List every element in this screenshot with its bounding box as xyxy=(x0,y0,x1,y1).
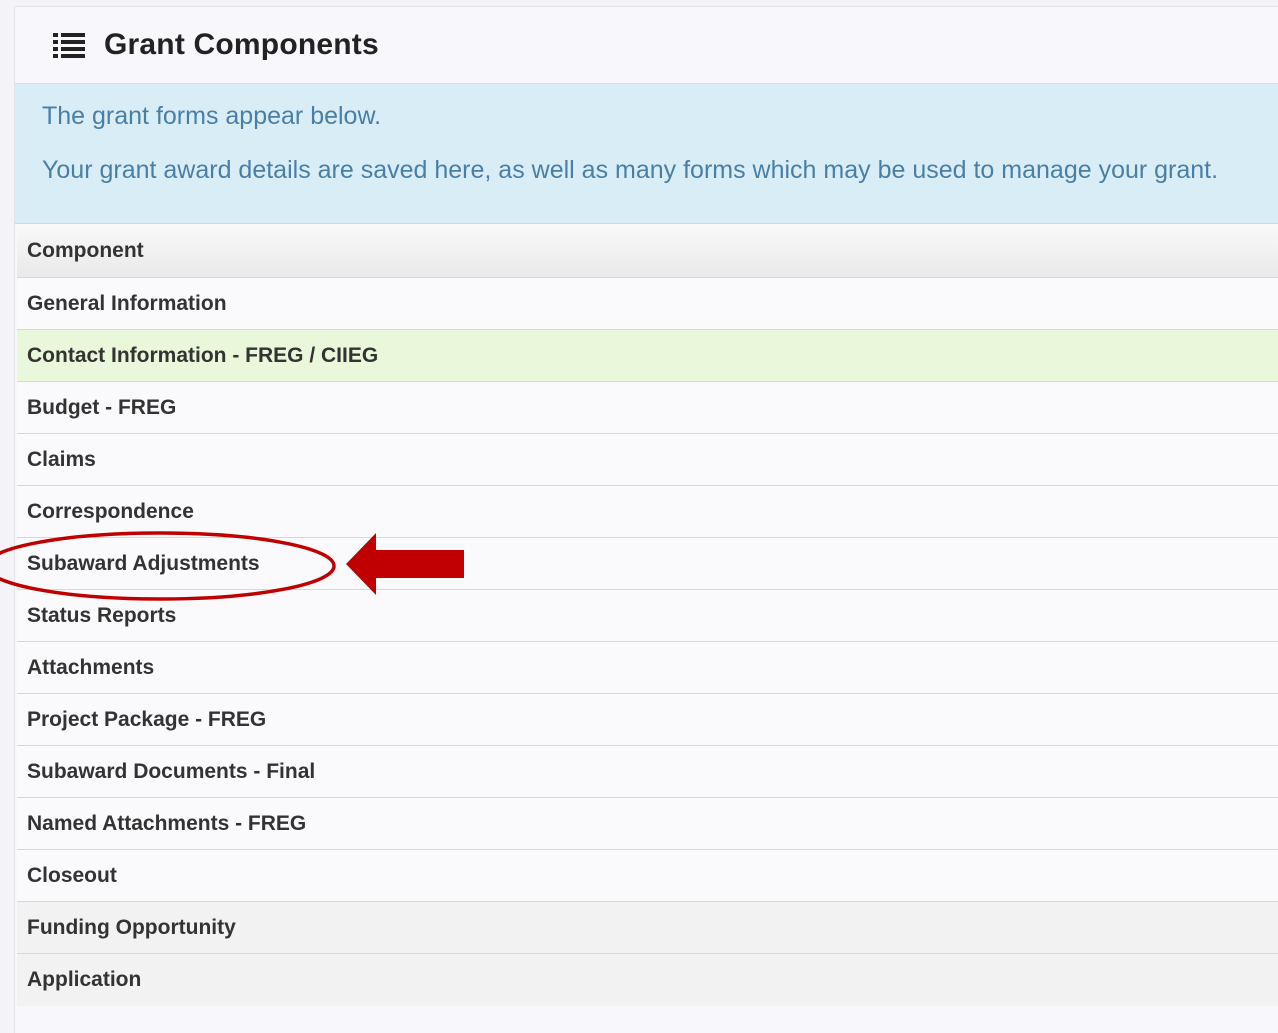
table-row-subaward-adjustments[interactable]: Subaward Adjustments xyxy=(17,538,1278,590)
info-line-2: Your grant award details are saved here,… xyxy=(42,156,1219,184)
table-row-named-attachments[interactable]: Named Attachments - FREG xyxy=(17,798,1278,850)
table-row-application[interactable]: Application xyxy=(17,954,1278,1006)
panel-header: Grant Components xyxy=(15,7,1278,84)
grant-components-panel: Grant Components The grant forms appear … xyxy=(14,6,1278,1033)
list-icon xyxy=(53,32,85,58)
table-row-attachments[interactable]: Attachments xyxy=(17,642,1278,694)
components-table: Component General Information Contact In… xyxy=(17,225,1278,1006)
table-row-correspondence[interactable]: Correspondence xyxy=(17,486,1278,538)
table-row-project-package[interactable]: Project Package - FREG xyxy=(17,694,1278,746)
table-header-component: Component xyxy=(17,225,1278,278)
panel-title: Grant Components xyxy=(104,28,379,61)
table-row-funding-opportunity[interactable]: Funding Opportunity xyxy=(17,902,1278,954)
table-row-subaward-documents[interactable]: Subaward Documents - Final xyxy=(17,746,1278,798)
info-line-1: The grant forms appear below. xyxy=(42,102,382,130)
table-row-contact-information[interactable]: Contact Information - FREG / CIIEG xyxy=(17,330,1278,382)
table-row-status-reports[interactable]: Status Reports xyxy=(17,590,1278,642)
table-row-general-information[interactable]: General Information xyxy=(17,278,1278,330)
table-row-closeout[interactable]: Closeout xyxy=(17,850,1278,902)
table-row-claims[interactable]: Claims xyxy=(17,434,1278,486)
table-row-budget[interactable]: Budget - FREG xyxy=(17,382,1278,434)
info-alert: The grant forms appear below. Your grant… xyxy=(15,84,1278,224)
